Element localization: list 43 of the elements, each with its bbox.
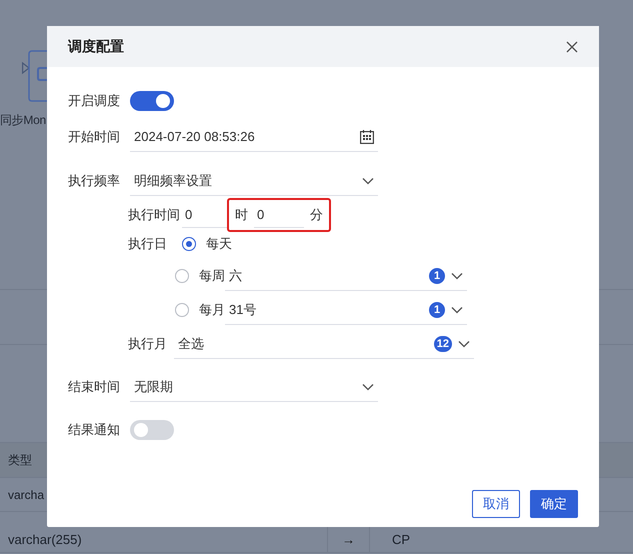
hour-field[interactable]: 0 <box>182 202 227 228</box>
field-label: 开始时间 <box>68 128 121 146</box>
chevron-down-icon <box>451 272 463 280</box>
field-label: 执行日 <box>128 235 168 253</box>
toggle-switch[interactable] <box>130 420 174 440</box>
unit-label: 分 <box>310 206 323 224</box>
count-badge: 1 <box>429 302 445 318</box>
close-icon[interactable] <box>566 40 578 52</box>
radio-option[interactable]: 每周 <box>175 267 225 285</box>
chevron-down-icon <box>451 306 463 314</box>
table-cell: varchar(255) <box>8 532 82 547</box>
node-label: 同步Mon <box>0 112 46 129</box>
count-badge: 12 <box>434 336 452 352</box>
field-label: 执行时间 <box>128 206 181 224</box>
chevron-down-icon <box>362 176 374 184</box>
dialog-title: 调度配置 <box>68 38 124 56</box>
table-cell: CP <box>392 532 410 547</box>
month-select[interactable]: 全选 12 <box>174 329 474 359</box>
field-label: 执行月 <box>128 335 168 353</box>
day-select[interactable]: 六 1 <box>225 261 467 291</box>
chevron-down-icon <box>362 382 374 390</box>
column-header: 类型 <box>7 452 32 468</box>
confirm-button[interactable]: 确定 <box>530 490 578 518</box>
field-label: 结果通知 <box>68 421 121 439</box>
calendar-icon <box>360 130 374 144</box>
cancel-button[interactable]: 取消 <box>472 490 520 518</box>
chevron-down-icon <box>458 340 470 348</box>
minute-field[interactable]: 0 <box>254 202 304 228</box>
unit-label: 时 <box>235 206 248 224</box>
day-select[interactable]: 31号 1 <box>225 295 467 325</box>
radio-option[interactable]: 每天 <box>182 235 232 253</box>
node-icon <box>22 50 47 102</box>
count-badge: 1 <box>429 268 445 284</box>
end-time-select[interactable]: 无限期 <box>130 372 378 402</box>
frequency-select[interactable]: 明细频率设置 <box>130 166 378 196</box>
field-label: 执行频率 <box>68 172 121 190</box>
date-field[interactable]: 2024-07-20 08:53:26 <box>130 122 378 152</box>
field-label: 开启调度 <box>68 92 121 110</box>
radio-option[interactable]: 每月 <box>175 301 225 319</box>
table-cell-text: varcha <box>7 488 44 502</box>
toggle-switch[interactable] <box>130 91 174 111</box>
field-label: 结束时间 <box>68 378 121 396</box>
mapping-arrow: → <box>342 532 355 547</box>
